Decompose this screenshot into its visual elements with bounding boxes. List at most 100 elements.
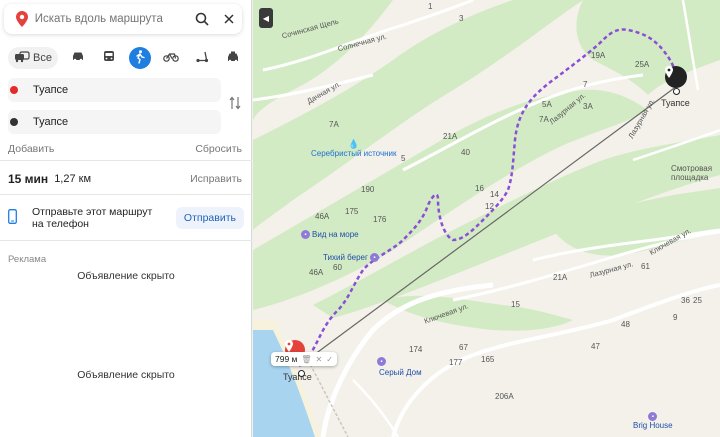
chevron-left-icon: ◀ [262,13,270,23]
reset-route-button[interactable]: Сбросить [195,143,242,155]
house-number: 190 [361,185,375,194]
divider [0,194,252,195]
waypoint-start-label: Туапсе [33,84,69,96]
scooter-icon [195,51,209,66]
divider [0,160,252,161]
hotel-icon: ▪ [648,412,658,421]
mode-car-button[interactable] [67,47,89,69]
route-search-input[interactable] [34,13,189,25]
end-pin-icon[interactable] [665,66,687,88]
poi-label: Brig House [633,421,673,430]
house-number: 48 [621,320,630,329]
waypoint-end-label: Туапсе [33,116,69,128]
pedestrian-icon [135,49,145,67]
poi-label: Смотровая площадка [671,164,713,182]
waypoint-actions: Добавить Сбросить [8,143,242,155]
hotel-icon: ▪ [301,230,310,239]
add-waypoint-button[interactable]: Добавить [8,143,54,155]
edit-route-button[interactable]: Исправить [190,173,242,185]
phone-icon [8,209,32,227]
city-label-end: Туапсе [661,98,690,108]
house-number: 7 [583,80,588,89]
house-number: 46А [309,268,324,277]
start-dot-icon [10,86,18,94]
send-to-phone-block: Отправьте этот маршрут на телефон Отправ… [8,206,244,230]
route-panel: Все Туапсе Туапсе Добавить Сбросить [0,0,252,437]
poi-label: Тихий берег [323,253,368,262]
hotel-icon: ▪ [377,357,386,366]
house-number: 47 [591,342,600,351]
poi-brig-house[interactable]: ▪ Brig House [633,412,673,430]
check-icon[interactable]: ✓ [326,355,333,364]
house-number: 5А [542,100,552,109]
send-button[interactable]: Отправить [175,207,244,229]
house-number: 15 [511,300,520,309]
mode-bus-button[interactable] [98,47,120,69]
poi-label: Серый Дом [379,368,422,377]
house-number: 19А [591,51,606,60]
house-number: 67 [459,343,468,352]
distance-value: 799 м [275,354,298,364]
house-number: 40 [461,148,470,157]
transport-mode-bar: Все [8,46,244,70]
poi-vid-na-more[interactable]: ▪ Вид на море [301,230,359,239]
close-icon[interactable] [215,4,242,34]
trash-icon[interactable]: 🗑 [301,355,311,364]
hotel-icon: ▪ [369,253,379,262]
house-number: 14 [490,190,499,199]
route-search-box[interactable] [4,4,242,34]
house-number: 61 [641,262,650,271]
house-number: 36 [681,296,690,305]
house-number: 25 [693,296,702,305]
waypoint-end-field[interactable]: Туапсе [8,110,221,134]
poi-seryy-dom-label: Серый Дом [379,368,422,377]
house-number: 7A [329,120,339,129]
divider [0,240,252,241]
ad-hidden-1: Объявление скрыто [77,270,175,282]
house-number: 60 [333,263,342,272]
map-canvas[interactable]: Сочинская Щель Солнечная ул. Дачная ул. … [253,0,720,437]
waypoint-start-field[interactable]: Туапсе [8,78,221,102]
house-number: 7A [539,115,549,124]
car-icon [71,51,85,65]
house-number: 1 [428,2,433,11]
poi-viewpoint: Смотровая площадка [671,164,715,182]
swap-waypoints-icon[interactable] [229,96,241,113]
house-number: 46А [315,212,330,221]
close-icon[interactable]: ✕ [316,355,323,364]
house-number: 165 [481,355,495,364]
mode-scooter-button[interactable] [191,47,213,69]
bus-icon [103,50,115,66]
end-point-marker [673,88,680,95]
house-number: 12 [485,202,494,211]
start-point-marker [298,370,305,377]
poi-tikhiy-bereg[interactable]: Тихий берег ▪ [323,253,379,262]
house-number: 21А [443,132,458,141]
route-distance: 1,27 км [54,173,92,185]
route-summary[interactable]: 15 мин 1,27 км Исправить [8,172,242,186]
house-number: 176 [373,215,387,224]
poi-seryy-dom[interactable]: ▪ [377,357,386,366]
mode-all-label: Все [33,52,52,64]
mode-taxi-button[interactable] [222,47,244,69]
collapse-panel-button[interactable]: ◀ [259,8,273,28]
house-number: 206А [495,392,514,401]
ad-label: Реклама [8,254,47,265]
mode-walk-button[interactable] [128,47,151,69]
house-number: 175 [345,207,359,216]
bicycle-icon [163,51,179,65]
house-number: 177 [449,358,463,367]
house-number: 3 [459,14,464,23]
location-pin-icon [10,11,35,27]
taxi-icon [226,51,240,66]
house-number: 16 [475,184,484,193]
poi-spring-label: 💧 Серебристый источник [311,139,397,159]
search-icon[interactable] [189,4,216,34]
mode-bike-button[interactable] [160,47,182,69]
end-dot-icon [10,118,18,126]
send-to-phone-text: Отправьте этот маршрут на телефон [32,206,176,230]
send-text-line2: на телефон [32,218,89,230]
water-drop-icon: 💧 [348,139,360,149]
distance-popup[interactable]: 799 м 🗑 ✕ ✓ [271,352,337,366]
mode-all-button[interactable]: Все [8,47,58,69]
